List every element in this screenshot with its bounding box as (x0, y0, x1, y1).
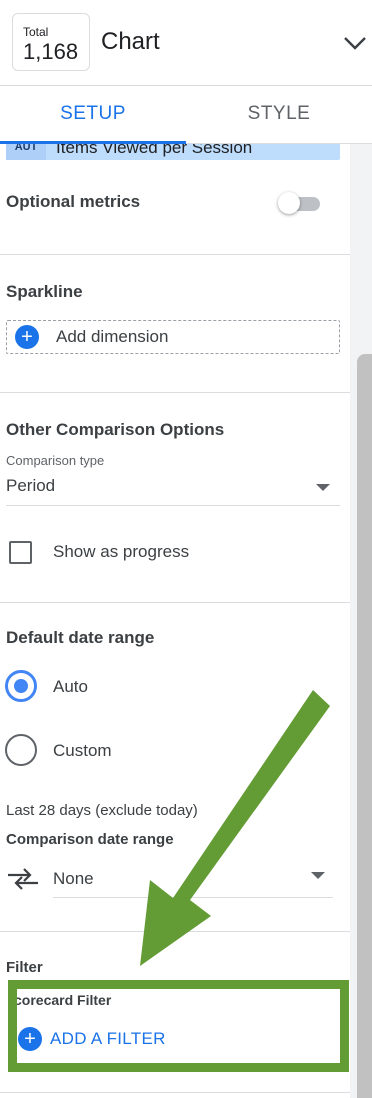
divider (0, 254, 350, 255)
toggle-knob (278, 192, 300, 214)
auto-radio-label: Auto (53, 677, 88, 696)
metric-chip[interactable]: AUT Items Viewed per Session (6, 144, 340, 160)
sparkline-title: Sparkline (6, 282, 83, 301)
auto-radio[interactable] (5, 670, 37, 702)
panel-tabs: SETUP STYLE (0, 86, 372, 144)
filter-title: Filter (6, 959, 43, 976)
scorecard-chart-icon: Total 1,168 (12, 13, 90, 71)
comparison-date-range-row: None (6, 860, 340, 898)
chart-icon-value: 1,168 (23, 39, 79, 64)
add-dimension-label: Add dimension (56, 327, 169, 346)
dropdown-arrow-icon (311, 872, 325, 879)
active-tab-indicator (0, 141, 186, 144)
optional-metrics-toggle[interactable] (278, 192, 322, 214)
custom-radio-label: Custom (53, 741, 112, 760)
divider (0, 1092, 350, 1093)
auto-range-hint: Last 28 days (exclude today) (6, 802, 198, 819)
divider (0, 931, 350, 932)
metric-type-badge: AUT (6, 144, 46, 160)
metric-chip-label: Items Viewed per Session (56, 144, 253, 157)
divider (0, 392, 350, 393)
optional-metrics-title: Optional metrics (6, 192, 141, 211)
tab-setup[interactable]: SETUP (0, 86, 186, 144)
comparison-date-range-select[interactable]: None (53, 860, 333, 898)
scorecard-filter-label: corecard Filter (14, 992, 112, 1008)
panel-header: Total 1,168 Chart (0, 0, 372, 86)
add-dimension-button[interactable]: + Add dimension (6, 320, 340, 354)
comparison-type-select[interactable]: Period (6, 470, 340, 506)
comparison-options-title: Other Comparison Options (6, 420, 225, 439)
tab-style[interactable]: STYLE (186, 86, 372, 144)
show-as-progress-label: Show as progress (53, 542, 190, 561)
chevron-down-icon[interactable] (340, 28, 370, 58)
add-filter-button[interactable]: + ADD A FILTER (18, 1024, 218, 1054)
divider (0, 602, 350, 603)
plus-icon: + (15, 325, 39, 349)
comparison-date-range-title: Comparison date range (6, 831, 174, 848)
panel-title: Chart (101, 28, 160, 55)
compare-arrows-icon (6, 866, 40, 892)
custom-radio[interactable] (5, 734, 37, 766)
chart-icon-label: Total (23, 25, 49, 39)
comparison-type-label: Comparison type (6, 453, 105, 468)
add-filter-label: ADD A FILTER (50, 1029, 166, 1048)
plus-icon: + (18, 1027, 42, 1051)
dropdown-arrow-icon (316, 484, 330, 491)
show-as-progress-checkbox[interactable] (9, 541, 32, 564)
default-date-range-title: Default date range (6, 628, 155, 647)
scrollbar-thumb[interactable] (357, 354, 372, 1098)
setup-panel-content: AUT Items Viewed per Session Optional me… (0, 144, 350, 1098)
comparison-type-value: Period (6, 476, 56, 495)
comparison-date-range-value: None (53, 869, 94, 888)
